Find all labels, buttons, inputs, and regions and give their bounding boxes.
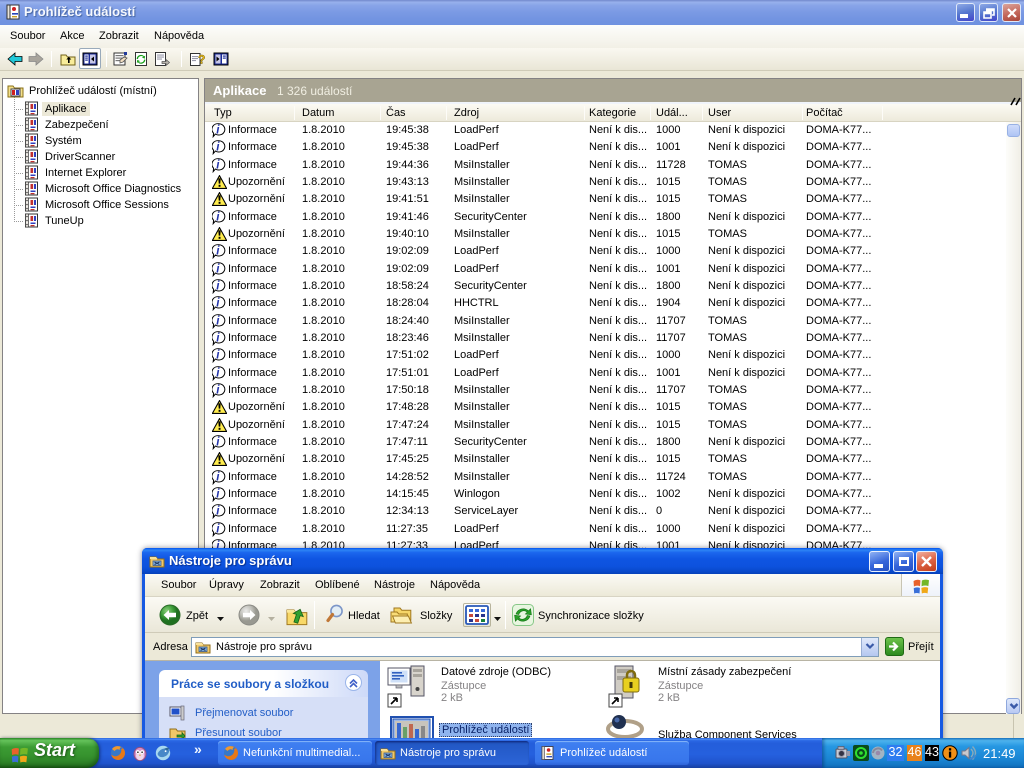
- svg-text:?: ?: [198, 53, 205, 67]
